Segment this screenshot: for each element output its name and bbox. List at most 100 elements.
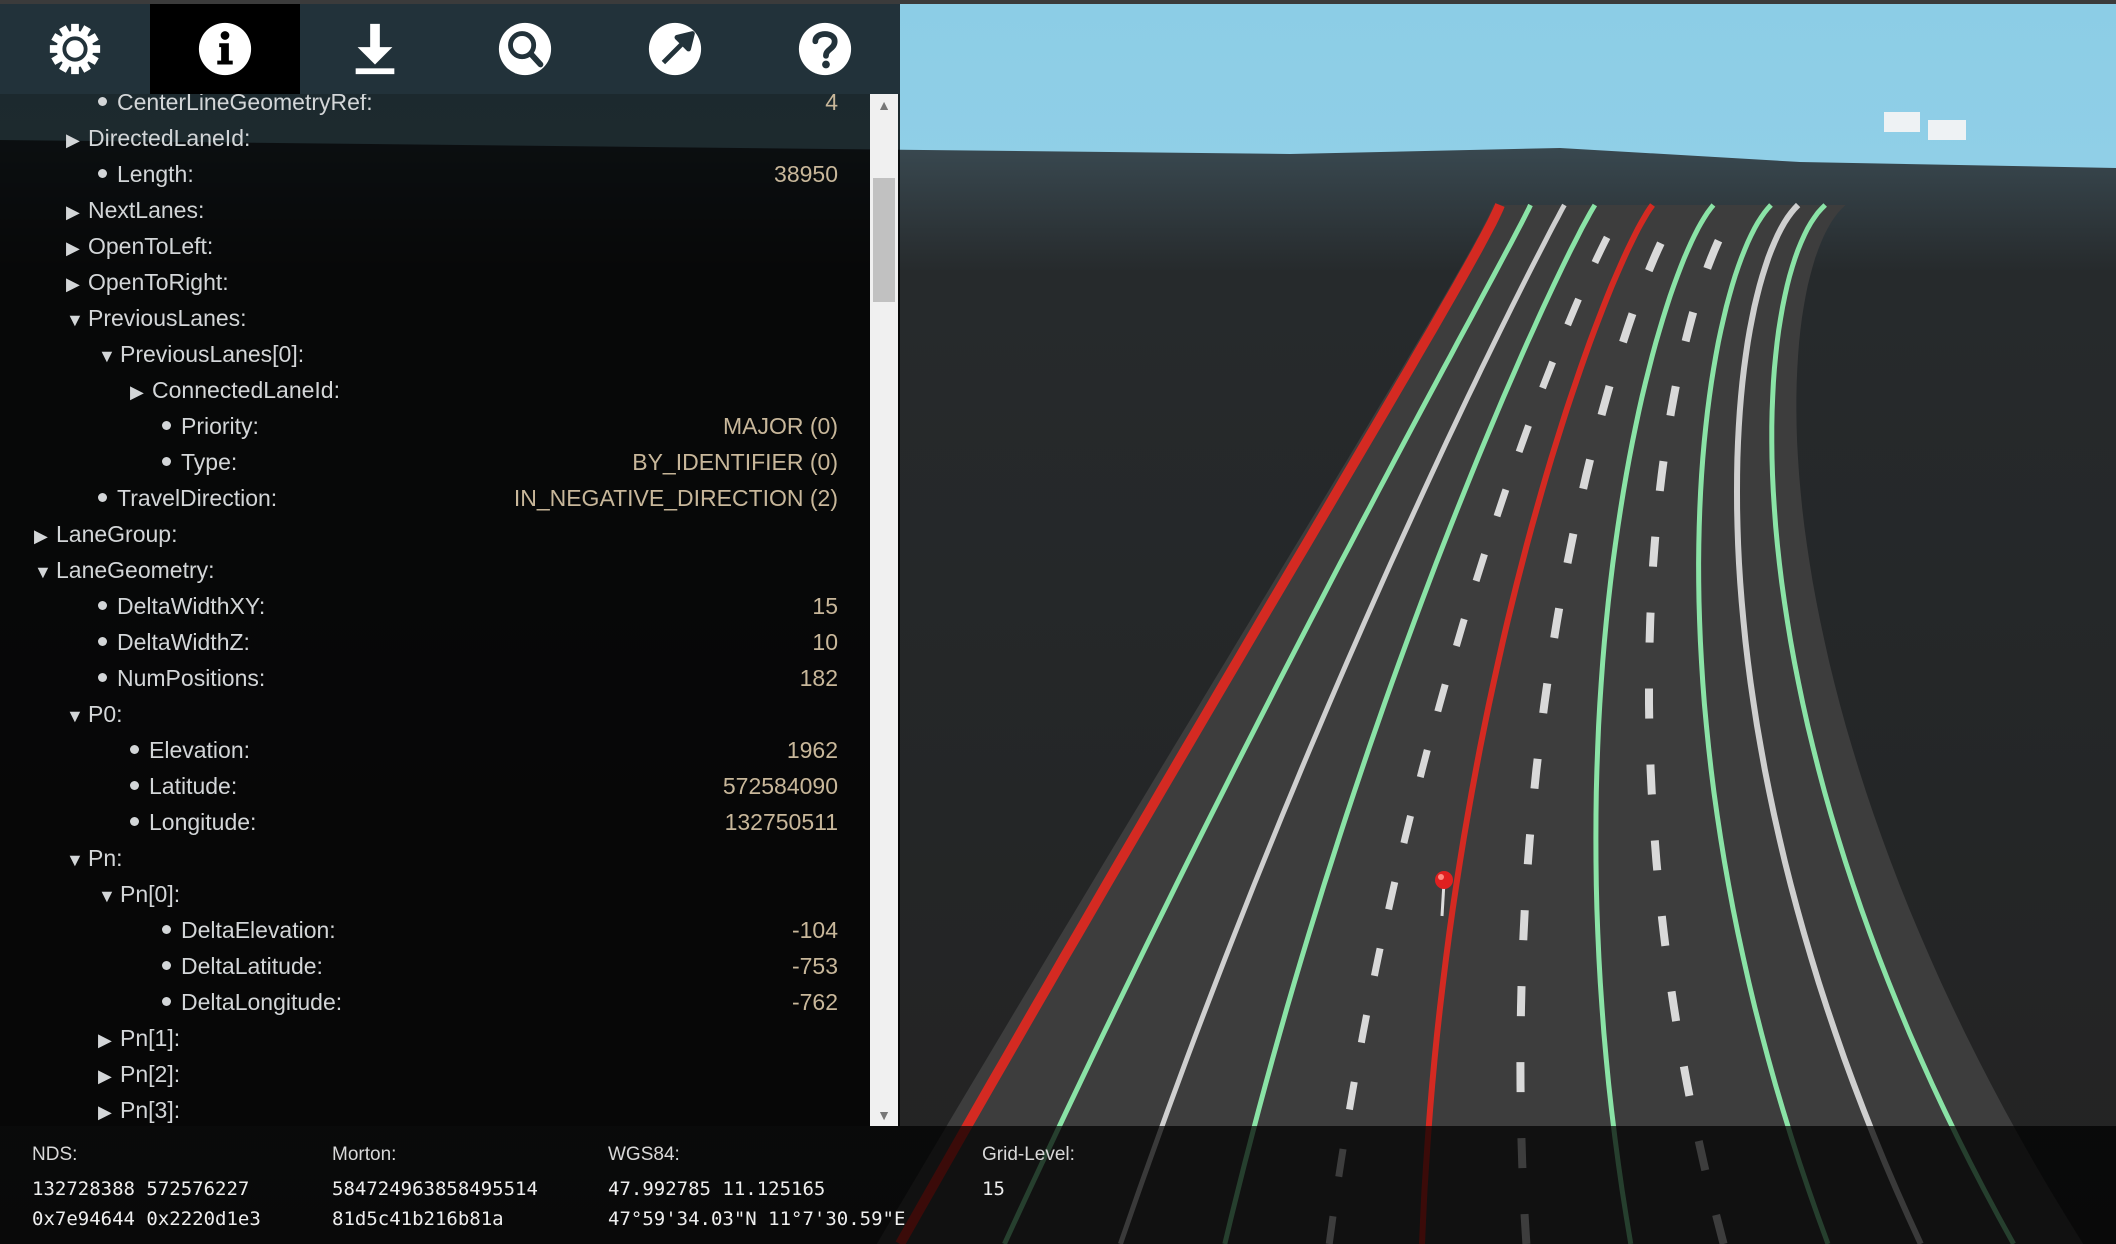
tree-node-label: DeltaElevation: bbox=[162, 912, 336, 948]
tree-row[interactable]: ▼ LaneGeometry: bbox=[0, 552, 870, 588]
wgs84-dms: 47°59'34.03"N 11°7'30.59"E bbox=[608, 1208, 906, 1230]
bullet-icon bbox=[162, 961, 171, 971]
tree-node-label: ▶ OpenToLeft: bbox=[66, 228, 213, 266]
expand-arrow-icon[interactable]: ▼ bbox=[66, 842, 84, 878]
tree-node-label: ▶ Pn[3]: bbox=[98, 1092, 180, 1126]
tree-node-key: Latitude: bbox=[149, 773, 238, 799]
tree-row[interactable]: ▶ OpenToRight: bbox=[0, 264, 870, 300]
tree-node-label: CenterLineGeometryRef: bbox=[98, 94, 373, 120]
tree-row[interactable]: ▼ Pn[0]: bbox=[0, 876, 870, 912]
collapse-arrow-icon[interactable]: ▶ bbox=[66, 266, 82, 302]
download-icon bbox=[355, 23, 395, 75]
tree-row[interactable]: ▼ Pn: bbox=[0, 840, 870, 876]
tree-row[interactable]: ▶ LaneGroup: bbox=[0, 516, 870, 552]
collapse-arrow-icon[interactable]: ▶ bbox=[98, 1094, 114, 1126]
tree-row[interactable]: ▶ Pn[1]: bbox=[0, 1020, 870, 1056]
morton-hex: 81d5c41b216b81a bbox=[332, 1208, 504, 1230]
search-button[interactable] bbox=[450, 4, 600, 94]
tree-row: DeltaElevation: -104 bbox=[0, 912, 870, 948]
tree-node-key: LaneGeometry: bbox=[56, 557, 215, 583]
tree-row[interactable]: ▼ PreviousLanes: bbox=[0, 300, 870, 336]
tree-row: TravelDirection: IN_NEGATIVE_DIRECTION (2… bbox=[0, 480, 870, 516]
jump-to-button[interactable] bbox=[600, 4, 750, 94]
tree-node-label: ▶ DirectedLaneId: bbox=[66, 120, 250, 158]
tree-node-value: 38950 bbox=[774, 161, 838, 187]
nds-decimal: 132728388 572576227 bbox=[32, 1178, 250, 1200]
tree-row[interactable]: ▶ Pn[2]: bbox=[0, 1056, 870, 1092]
tree-node-label: ▼ PreviousLanes: bbox=[66, 300, 247, 338]
tree-node-value: 132750511 bbox=[724, 809, 838, 835]
tree-node-label: Priority: bbox=[162, 408, 259, 444]
tree-row[interactable]: ▶ ConnectedLaneId: bbox=[0, 372, 870, 408]
tree-node-label: ▼ Pn[0]: bbox=[98, 876, 180, 914]
bullet-icon bbox=[162, 421, 171, 431]
settings-button[interactable] bbox=[0, 4, 150, 94]
nds-hex: 0x7e94644 0x2220d1e3 bbox=[32, 1208, 261, 1230]
tree-node-key: OpenToLeft: bbox=[88, 233, 214, 259]
expand-arrow-icon[interactable]: ▼ bbox=[98, 878, 116, 914]
tree-row: DeltaLatitude: -753 bbox=[0, 948, 870, 984]
tree-row[interactable]: ▶ Pn[3]: bbox=[0, 1092, 870, 1126]
tree-node-value: BY_IDENTIFIER (0) bbox=[632, 449, 838, 475]
collapse-arrow-icon[interactable]: ▶ bbox=[34, 518, 50, 554]
tree-row: CenterLineGeometryRef: 4 bbox=[0, 94, 870, 120]
coordinate-status-bar: NDS: 132728388 572576227 0x7e94644 0x222… bbox=[0, 1126, 2116, 1244]
help-icon bbox=[798, 22, 852, 76]
tree-node-label: ▶ ConnectedLaneId: bbox=[130, 372, 340, 410]
tree-node-key: Pn: bbox=[88, 845, 123, 871]
tree-row[interactable]: ▶ DirectedLaneId: bbox=[0, 120, 870, 156]
tree-node-key: Type: bbox=[181, 449, 238, 475]
tree-row[interactable]: ▼ PreviousLanes[0]: bbox=[0, 336, 870, 372]
tree-node-label: Elevation: bbox=[130, 732, 250, 768]
distant-building bbox=[1884, 112, 1920, 132]
expand-arrow-icon[interactable]: ▼ bbox=[98, 338, 116, 374]
scroll-down-arrow[interactable]: ▼ bbox=[870, 1104, 898, 1126]
download-button[interactable] bbox=[300, 4, 450, 94]
bullet-icon bbox=[98, 637, 107, 647]
bullet-icon bbox=[98, 169, 107, 179]
tree-node-key: Length: bbox=[117, 161, 194, 187]
tree-node-key: Pn[0]: bbox=[120, 881, 181, 907]
tree-row: DeltaLongitude: -762 bbox=[0, 984, 870, 1020]
tree-node-key: DeltaWidthXY: bbox=[117, 593, 266, 619]
collapse-arrow-icon[interactable]: ▶ bbox=[98, 1022, 114, 1058]
tree-node-label: NumPositions: bbox=[98, 660, 265, 696]
tree-row: NumPositions: 182 bbox=[0, 660, 870, 696]
scroll-up-arrow[interactable]: ▲ bbox=[870, 94, 898, 116]
tree-node-label: ▼ LaneGeometry: bbox=[34, 552, 215, 590]
help-button[interactable] bbox=[750, 4, 900, 94]
bullet-icon bbox=[130, 745, 139, 755]
grid-level-label: Grid-Level: bbox=[982, 1144, 1075, 1165]
expand-arrow-icon[interactable]: ▼ bbox=[34, 554, 52, 590]
expand-arrow-icon[interactable]: ▼ bbox=[66, 698, 84, 734]
collapse-arrow-icon[interactable]: ▶ bbox=[130, 374, 146, 410]
tree-node-label: Length: bbox=[98, 156, 194, 192]
tree-node-key: DeltaLatitude: bbox=[181, 953, 323, 979]
inspector-scrollbar[interactable]: ▲ ▼ bbox=[870, 94, 898, 1126]
scroll-thumb[interactable] bbox=[873, 178, 895, 302]
tree-row[interactable]: ▶ OpenToLeft: bbox=[0, 228, 870, 264]
bullet-icon bbox=[98, 601, 107, 611]
collapse-arrow-icon[interactable]: ▶ bbox=[98, 1058, 114, 1094]
collapse-arrow-icon[interactable]: ▶ bbox=[66, 230, 82, 266]
tree-node-label: ▼ P0: bbox=[66, 696, 123, 734]
tree-node-label: Longitude: bbox=[130, 804, 256, 840]
tree-node-label: ▼ Pn: bbox=[66, 840, 123, 878]
feature-inspector-panel: CenterLineGeometryRef: 4 ▶ DirectedLaneId: L… bbox=[0, 94, 900, 1126]
tree-node-label: DeltaLatitude: bbox=[162, 948, 323, 984]
tree-node-value: IN_NEGATIVE_DIRECTION (2) bbox=[513, 485, 838, 511]
collapse-arrow-icon[interactable]: ▶ bbox=[66, 194, 82, 230]
tree-node-value: -753 bbox=[791, 953, 838, 979]
tree-node-label: DeltaWidthXY: bbox=[98, 588, 265, 624]
tree-row[interactable]: ▼ P0: bbox=[0, 696, 870, 732]
info-button[interactable] bbox=[150, 4, 300, 94]
tree-node-value: 15 bbox=[812, 593, 838, 619]
collapse-arrow-icon[interactable]: ▶ bbox=[66, 122, 82, 158]
bullet-icon bbox=[98, 493, 107, 503]
tree-row: DeltaWidthZ: 10 bbox=[0, 624, 870, 660]
tree-node-label: ▶ Pn[2]: bbox=[98, 1056, 180, 1094]
expand-arrow-icon[interactable]: ▼ bbox=[66, 302, 84, 338]
tree-row[interactable]: ▶ NextLanes: bbox=[0, 192, 870, 228]
toolbar bbox=[0, 4, 900, 94]
tree-row: Latitude: 572584090 bbox=[0, 768, 870, 804]
